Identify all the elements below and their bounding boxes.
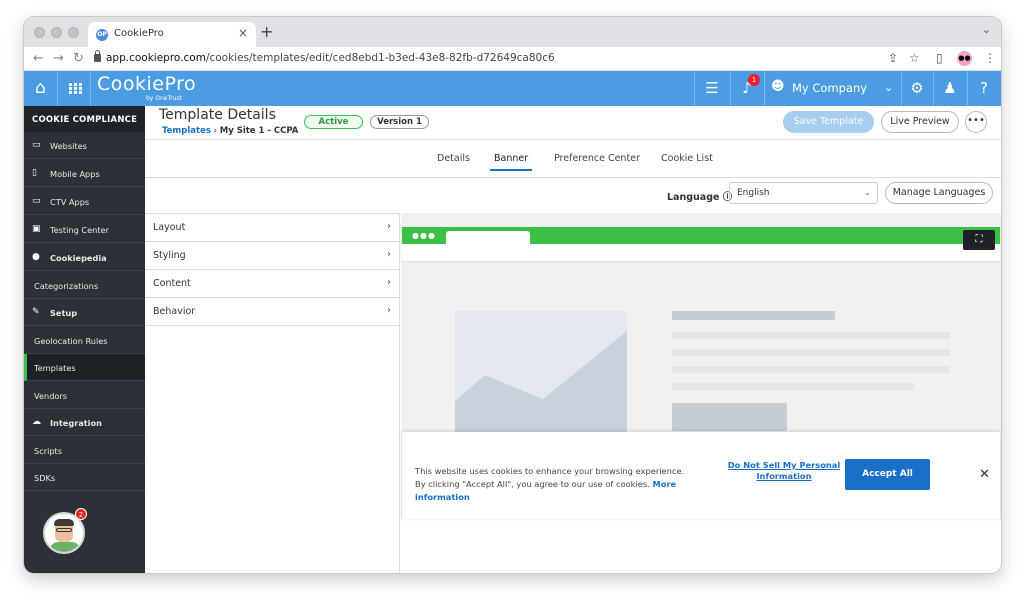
wrench-icon: ✎ bbox=[32, 307, 40, 317]
settings-gear-icon[interactable]: ⚙ bbox=[901, 71, 933, 106]
chevron-right-icon: › bbox=[387, 221, 391, 232]
favicon-icon: OP bbox=[96, 29, 108, 41]
tab-banner[interactable]: Banner bbox=[490, 153, 533, 171]
preview-dots-icon: ●●● bbox=[412, 231, 436, 240]
accordion-styling[interactable]: Styling › bbox=[145, 242, 399, 270]
sidebar-item-ctv-apps[interactable]: ▭ CTV Apps bbox=[24, 188, 145, 215]
sidebar-header: COOKIE COMPLIANCE bbox=[24, 106, 145, 132]
save-template-button[interactable]: Save Template bbox=[783, 111, 874, 133]
user-profile-icon[interactable]: ♟ bbox=[933, 71, 967, 106]
chart-icon: ▣ bbox=[32, 224, 41, 234]
tab-search-chevron-icon[interactable]: ⌄ bbox=[982, 23, 991, 36]
window-close-dot[interactable] bbox=[34, 27, 45, 38]
users-icon: ☻ bbox=[771, 79, 785, 94]
banner-text: This website uses cookies to enhance you… bbox=[415, 466, 685, 502]
chevron-right-icon: › bbox=[387, 249, 391, 260]
tab-details[interactable]: Details bbox=[437, 153, 470, 164]
app-grid-icon[interactable] bbox=[57, 71, 91, 106]
language-select[interactable]: English ⌄ bbox=[729, 182, 878, 204]
side-panel-icon[interactable]: ▯ bbox=[936, 51, 943, 65]
back-icon[interactable]: ← bbox=[33, 51, 44, 66]
manage-languages-button[interactable]: Manage Languages bbox=[885, 182, 993, 204]
tv-icon: ▭ bbox=[32, 196, 41, 206]
sidebar-item-integration[interactable]: ☁ Integration bbox=[24, 409, 145, 436]
accordion-content[interactable]: Content › bbox=[145, 270, 399, 298]
sidebar-item-vendors[interactable]: Vendors bbox=[24, 382, 145, 409]
window-minimize-dot[interactable] bbox=[51, 27, 62, 38]
language-label: Language ⓘ bbox=[667, 192, 733, 203]
home-icon[interactable]: ⌂ bbox=[24, 71, 57, 106]
settings-accordion: Layout › Styling › Content › Behavior › bbox=[145, 213, 400, 573]
status-badge: Active bbox=[304, 115, 363, 129]
logo-subtitle: by OneTrust bbox=[146, 95, 183, 102]
sidebar-item-categorizations[interactable]: Categorizations bbox=[24, 272, 145, 299]
tab-cookie-list[interactable]: Cookie List bbox=[661, 153, 713, 164]
version-badge: Version 1 bbox=[370, 115, 429, 129]
sidebar-item-geolocation-rules[interactable]: Geolocation Rules bbox=[24, 327, 145, 354]
close-icon[interactable]: ✕ bbox=[979, 467, 990, 482]
sidebar: COOKIE COMPLIANCE ▭ Websites ▯ Mobile Apps… bbox=[24, 106, 145, 573]
chevron-down-icon: ⌄ bbox=[864, 188, 871, 197]
breadcrumb: Templates › My Site 1 - CCPA bbox=[162, 126, 298, 136]
company-selector[interactable]: My Company bbox=[792, 81, 867, 95]
lock-icon bbox=[94, 50, 101, 62]
company-chevron-icon[interactable]: ⌄ bbox=[884, 81, 893, 94]
fullscreen-icon[interactable]: ⛶ bbox=[963, 230, 995, 250]
main-content: Template Details Templates › My Site 1 -… bbox=[145, 106, 1001, 573]
cookie-banner: This website uses cookies to enhance you… bbox=[402, 432, 1000, 519]
browser-tab-bar: OP CookiePro × + ⌄ bbox=[24, 17, 1001, 47]
placeholder-image bbox=[455, 311, 627, 435]
template-tabs: Details Banner Preference Center Cookie … bbox=[145, 140, 1001, 178]
cloud-icon: ☁ bbox=[32, 417, 41, 427]
app-header: ⌂ CookiePro by OneTrust ☰ ♪ 1 ☻ My Compa… bbox=[24, 71, 1001, 106]
accept-all-button[interactable]: Accept All bbox=[845, 459, 930, 490]
cookie-icon: ● bbox=[32, 252, 40, 262]
help-icon[interactable]: ? bbox=[967, 71, 1001, 106]
tab-title: CookiePro bbox=[114, 28, 164, 39]
share-icon[interactable]: ⇪ bbox=[888, 51, 898, 65]
page-title: Template Details bbox=[159, 107, 276, 123]
new-tab-icon[interactable]: + bbox=[260, 22, 273, 41]
sidebar-item-setup[interactable]: ✎ Setup bbox=[24, 299, 145, 326]
browser-window: OP CookiePro × + ⌄ ← → ↻ app.cookiepro.c… bbox=[24, 17, 1001, 573]
accordion-behavior[interactable]: Behavior › bbox=[145, 298, 399, 326]
browser-icon: ▭ bbox=[32, 140, 41, 150]
sidebar-item-websites[interactable]: ▭ Websites bbox=[24, 132, 145, 159]
url-host: app.cookiepro.com bbox=[106, 52, 206, 64]
banner-preview: ●●● ⛶ This website uses cookies to enhan… bbox=[401, 213, 1001, 573]
forward-icon[interactable]: → bbox=[53, 51, 64, 66]
chevron-right-icon: › bbox=[387, 305, 391, 316]
live-preview-button[interactable]: Live Preview bbox=[881, 111, 959, 133]
breadcrumb-current: My Site 1 - CCPA bbox=[219, 126, 299, 136]
address-bar: ← → ↻ app.cookiepro.com/cookies/template… bbox=[24, 47, 1001, 71]
url-field[interactable]: app.cookiepro.com/cookies/templates/edit… bbox=[106, 52, 555, 64]
cookiepro-logo[interactable]: CookiePro bbox=[97, 73, 196, 95]
notification-badge: 1 bbox=[748, 74, 760, 86]
tab-preference-center[interactable]: Preference Center bbox=[554, 153, 640, 164]
breadcrumb-templates-link[interactable]: Templates bbox=[162, 126, 211, 136]
more-options-button[interactable]: ••• bbox=[965, 111, 987, 133]
tasks-icon[interactable]: ☰ bbox=[694, 71, 730, 106]
browser-tab[interactable]: OP CookiePro × bbox=[88, 22, 256, 47]
avatar-badge: 2 bbox=[75, 508, 87, 520]
kebab-menu-icon[interactable]: ⋮ bbox=[984, 51, 996, 65]
sidebar-item-templates[interactable]: Templates bbox=[24, 354, 145, 381]
sidebar-item-scripts[interactable]: Scripts bbox=[24, 437, 145, 464]
mobile-icon: ▯ bbox=[32, 168, 37, 178]
sidebar-item-cookiepedia[interactable]: ● Cookiepedia bbox=[24, 244, 145, 271]
sidebar-item-testing-center[interactable]: ▣ Testing Center bbox=[24, 216, 145, 243]
chevron-right-icon: › bbox=[387, 277, 391, 288]
profile-icon[interactable]: ●● bbox=[957, 51, 972, 66]
preview-frame: ●●● ⛶ This website uses cookies to enhan… bbox=[401, 213, 1001, 519]
bookmark-star-icon[interactable]: ☆ bbox=[909, 51, 920, 65]
do-not-sell-link[interactable]: Do Not Sell My Personal Information bbox=[724, 460, 844, 482]
tab-close-icon[interactable]: × bbox=[238, 26, 248, 40]
breadcrumb-separator: › bbox=[213, 126, 218, 136]
url-path: /cookies/templates/edit/ced8ebd1-b3ed-43… bbox=[205, 52, 555, 64]
sidebar-item-sdks[interactable]: SDKs bbox=[24, 464, 145, 491]
window-zoom-dot[interactable] bbox=[68, 27, 79, 38]
sidebar-item-mobile-apps[interactable]: ▯ Mobile Apps bbox=[24, 160, 145, 187]
reload-icon[interactable]: ↻ bbox=[73, 51, 84, 66]
accordion-layout[interactable]: Layout › bbox=[145, 214, 399, 242]
